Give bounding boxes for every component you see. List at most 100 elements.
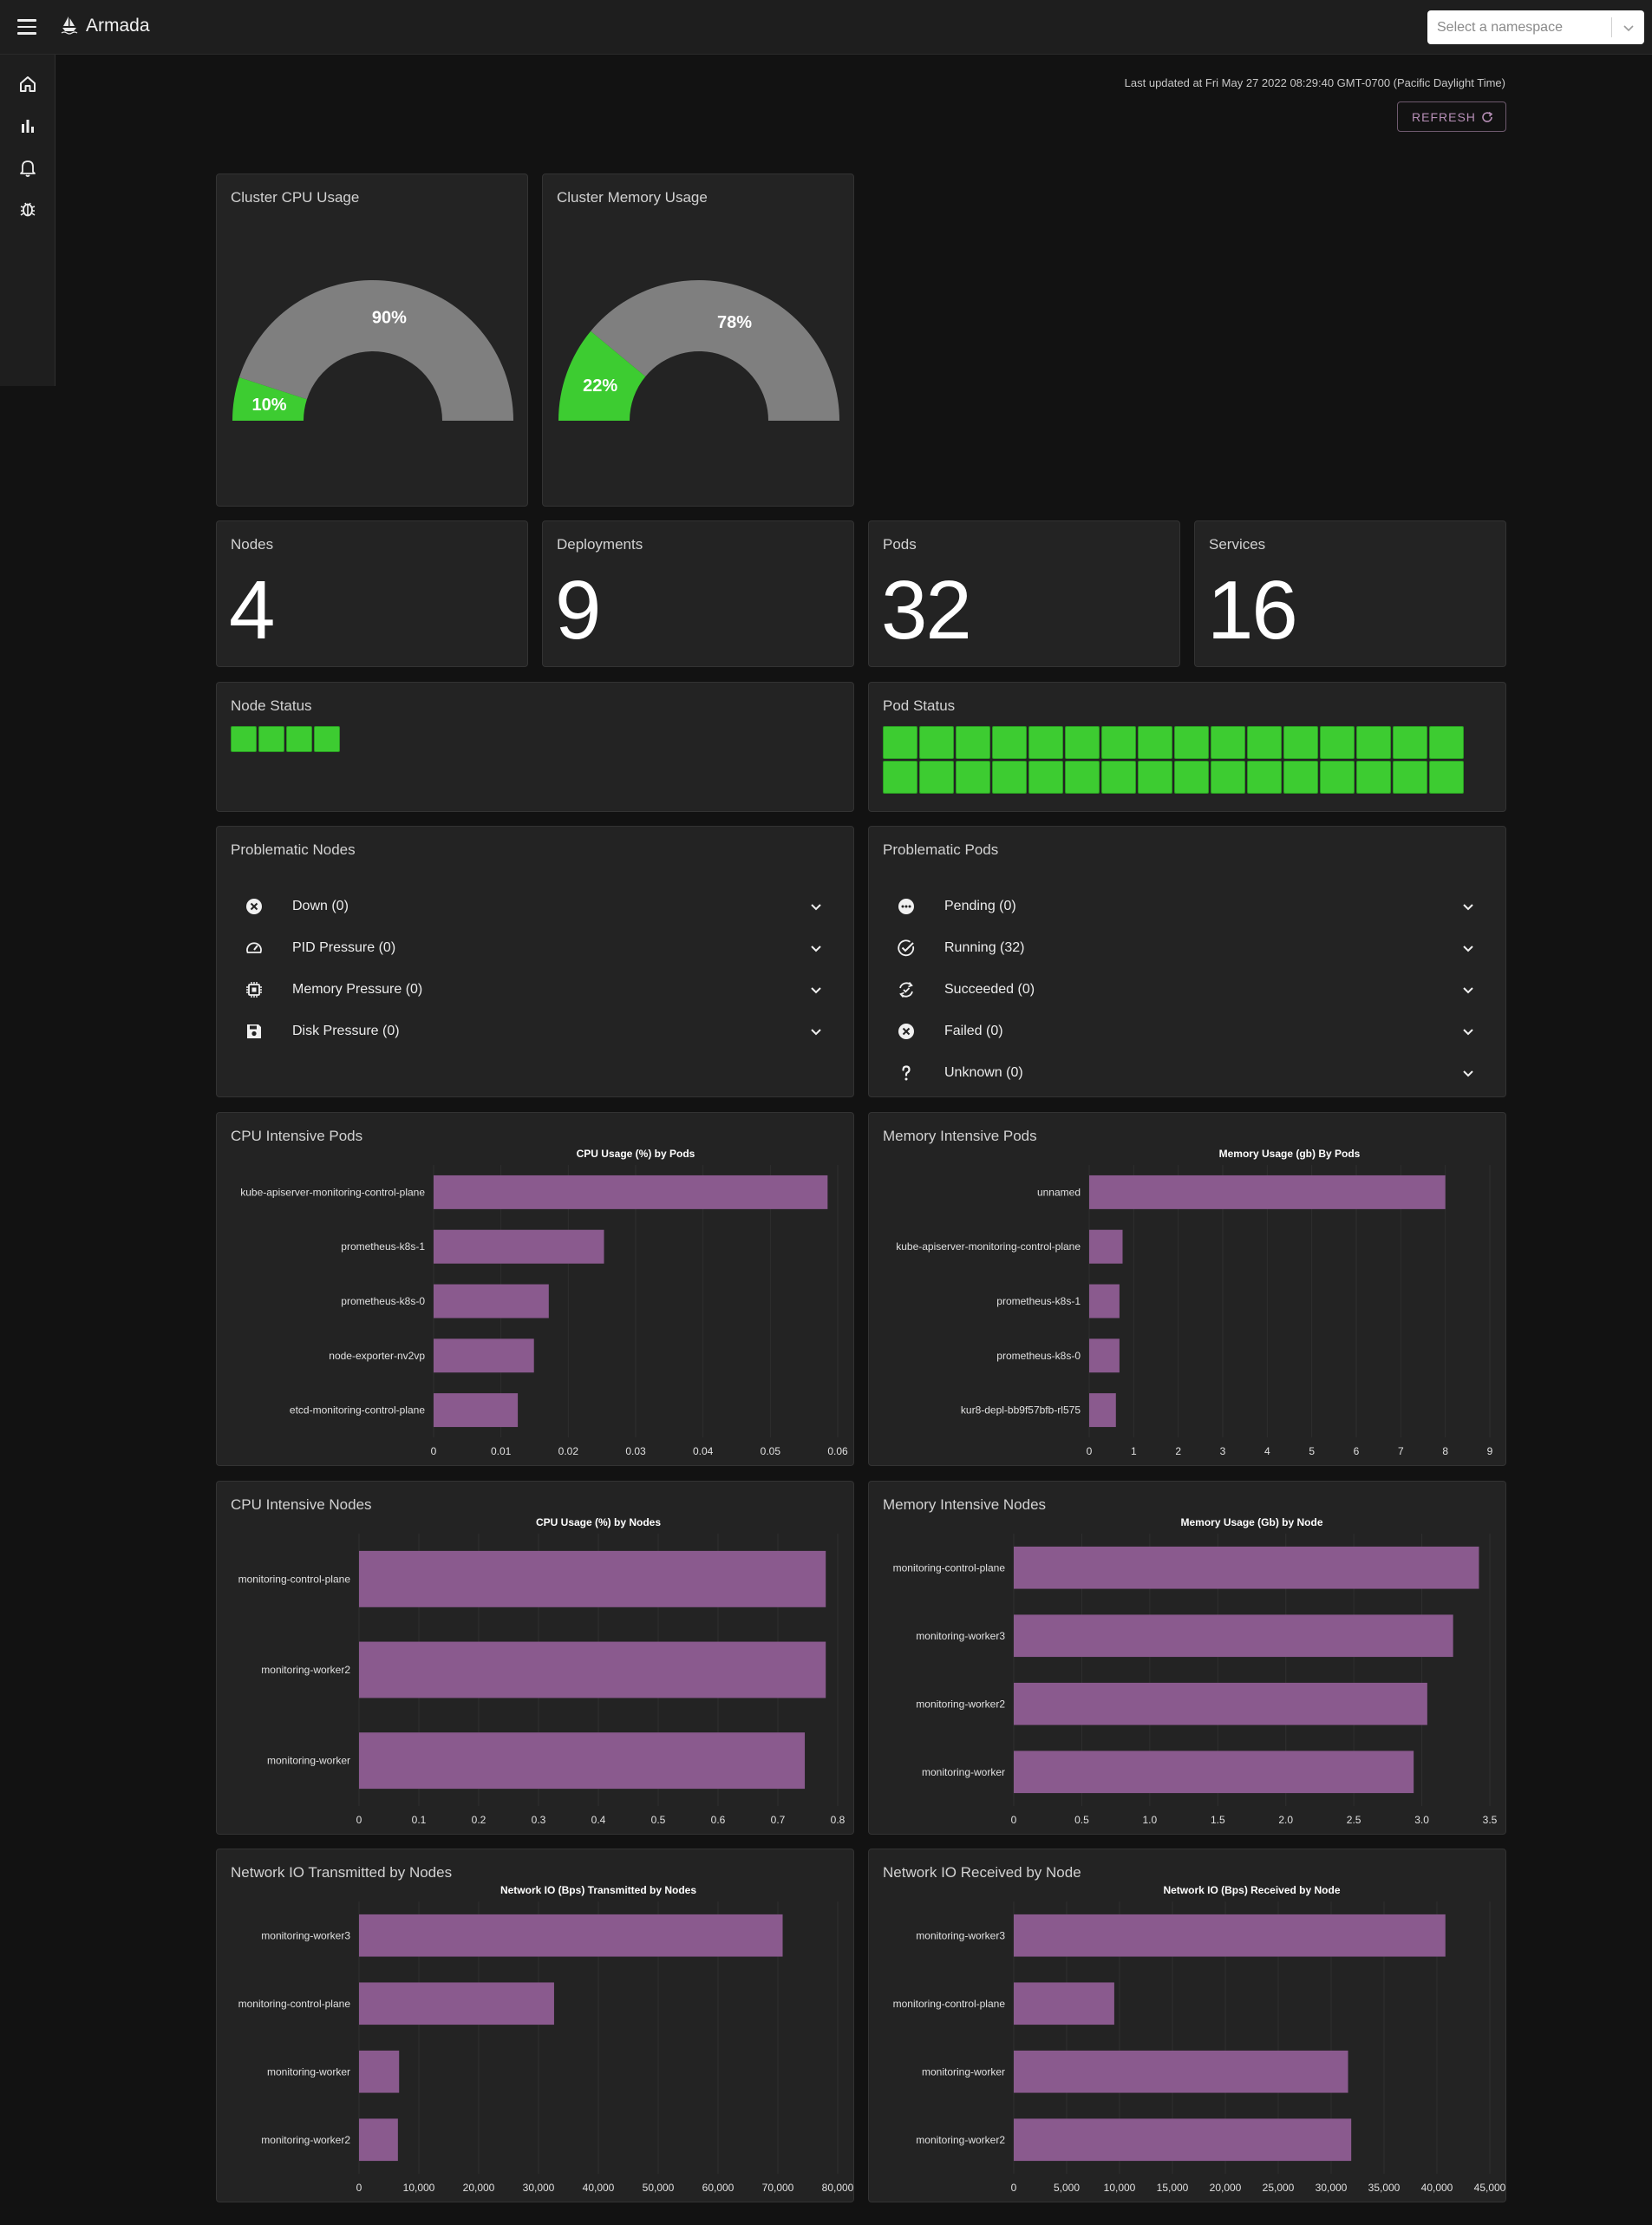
bar[interactable]: [359, 2050, 400, 2093]
question-mark-icon: [902, 1065, 911, 1081]
bar[interactable]: [1089, 1175, 1446, 1209]
problem-row-down[interactable]: Down (0): [217, 889, 853, 924]
x-tick-label: 1.0: [1143, 1814, 1158, 1826]
status-square[interactable]: [1283, 761, 1318, 794]
status-square[interactable]: [956, 761, 990, 794]
bar[interactable]: [434, 1229, 604, 1264]
status-square[interactable]: [231, 726, 257, 752]
bar[interactable]: [359, 1550, 826, 1607]
problem-row-label: Succeeded (0): [944, 982, 1035, 997]
bar[interactable]: [1014, 2050, 1348, 2093]
status-square[interactable]: [1356, 726, 1391, 759]
namespace-select[interactable]: Select a namespace: [1427, 10, 1644, 44]
status-square[interactable]: [883, 761, 917, 794]
bar[interactable]: [1014, 1914, 1446, 1957]
status-square[interactable]: [1320, 761, 1355, 794]
last-updated-text: Last updated at Fri May 27 2022 08:29:40…: [1124, 76, 1505, 89]
card-title: Pods: [883, 536, 917, 553]
bar[interactable]: [1014, 2118, 1352, 2162]
status-square[interactable]: [258, 726, 284, 752]
status-square[interactable]: [919, 761, 954, 794]
status-square[interactable]: [1101, 761, 1136, 794]
bar[interactable]: [434, 1393, 519, 1428]
status-square[interactable]: [1356, 761, 1391, 794]
status-square[interactable]: [314, 726, 340, 752]
status-square[interactable]: [1211, 726, 1245, 759]
status-square[interactable]: [1174, 761, 1209, 794]
x-tick-label: 6: [1354, 1445, 1360, 1457]
status-square[interactable]: [1065, 761, 1100, 794]
x-circle-icon: [898, 1024, 914, 1039]
chevron-down-icon: [1463, 987, 1473, 994]
cluster-cpu-usage-card: Cluster CPU Usage 10% 90%: [216, 173, 528, 507]
bar[interactable]: [1014, 1982, 1114, 2025]
bar[interactable]: [359, 1914, 783, 1957]
bar[interactable]: [359, 2118, 398, 2162]
category-label: prometheus-k8s-1: [996, 1295, 1081, 1307]
status-square[interactable]: [1247, 761, 1282, 794]
status-square[interactable]: [1174, 726, 1209, 759]
status-square[interactable]: [1429, 761, 1464, 794]
gauge-used-label: 10%: [251, 396, 286, 415]
status-square[interactable]: [1283, 726, 1318, 759]
bug-icon[interactable]: [17, 199, 38, 219]
status-square[interactable]: [883, 726, 917, 759]
status-square[interactable]: [1028, 726, 1063, 759]
bar[interactable]: [1089, 1393, 1116, 1428]
status-square[interactable]: [1101, 726, 1136, 759]
status-square[interactable]: [919, 726, 954, 759]
x-tick-label: 50,000: [643, 2182, 675, 2194]
problem-row-memory-pressure[interactable]: Memory Pressure (0): [217, 972, 853, 1007]
problem-row-running[interactable]: Running (32): [869, 931, 1505, 965]
status-square[interactable]: [1211, 761, 1245, 794]
bar[interactable]: [1089, 1338, 1120, 1373]
bar[interactable]: [434, 1175, 828, 1209]
category-label: monitoring-worker2: [261, 1664, 350, 1676]
problem-row-unknown[interactable]: Unknown (0): [869, 1056, 1505, 1090]
bar[interactable]: [1089, 1284, 1120, 1319]
status-square[interactable]: [1138, 726, 1172, 759]
status-square[interactable]: [1065, 726, 1100, 759]
bar[interactable]: [1014, 1546, 1479, 1589]
bar[interactable]: [1089, 1229, 1123, 1264]
pending-dots-icon: [898, 899, 914, 914]
status-square[interactable]: [1393, 726, 1427, 759]
x-tick-label: 0: [1087, 1445, 1093, 1457]
card-title: Deployments: [557, 536, 643, 553]
status-square[interactable]: [1393, 761, 1427, 794]
bar[interactable]: [359, 1641, 826, 1698]
bar[interactable]: [359, 1982, 554, 2025]
status-square[interactable]: [1247, 726, 1282, 759]
status-square[interactable]: [992, 726, 1027, 759]
status-square[interactable]: [956, 726, 990, 759]
bar[interactable]: [359, 1732, 806, 1790]
status-square[interactable]: [1138, 761, 1172, 794]
bar[interactable]: [1014, 1751, 1414, 1794]
home-icon[interactable]: [17, 74, 38, 95]
menu-icon[interactable]: [17, 19, 36, 35]
bar[interactable]: [1014, 1614, 1453, 1658]
x-tick-label: 5: [1309, 1445, 1315, 1457]
x-tick-label: 1: [1131, 1445, 1137, 1457]
problem-row-pending[interactable]: Pending (0): [869, 889, 1505, 924]
problem-row-failed[interactable]: Failed (0): [869, 1014, 1505, 1049]
status-square[interactable]: [1429, 726, 1464, 759]
chart-title: CPU Usage (%) by Pods: [577, 1148, 695, 1160]
bell-icon[interactable]: [17, 157, 38, 178]
chevron-down-icon: [1463, 904, 1473, 911]
status-square[interactable]: [286, 726, 312, 752]
status-square[interactable]: [992, 761, 1027, 794]
bar[interactable]: [434, 1284, 549, 1319]
problem-row-label: PID Pressure (0): [292, 940, 396, 955]
bar[interactable]: [1014, 1682, 1427, 1725]
problem-row-pid-pressure[interactable]: PID Pressure (0): [217, 931, 853, 965]
problem-row-disk-pressure[interactable]: Disk Pressure (0): [217, 1014, 853, 1049]
problem-row-succeeded[interactable]: Succeeded (0): [869, 972, 1505, 1007]
status-square[interactable]: [1028, 761, 1063, 794]
category-label: monitoring-control-plane: [238, 1998, 351, 2010]
status-square[interactable]: [1320, 726, 1355, 759]
refresh-button[interactable]: REFRESH: [1397, 101, 1506, 132]
bar-chart-icon[interactable]: [17, 115, 38, 136]
x-tick-label: 10,000: [1104, 2182, 1136, 2194]
bar[interactable]: [434, 1338, 534, 1373]
